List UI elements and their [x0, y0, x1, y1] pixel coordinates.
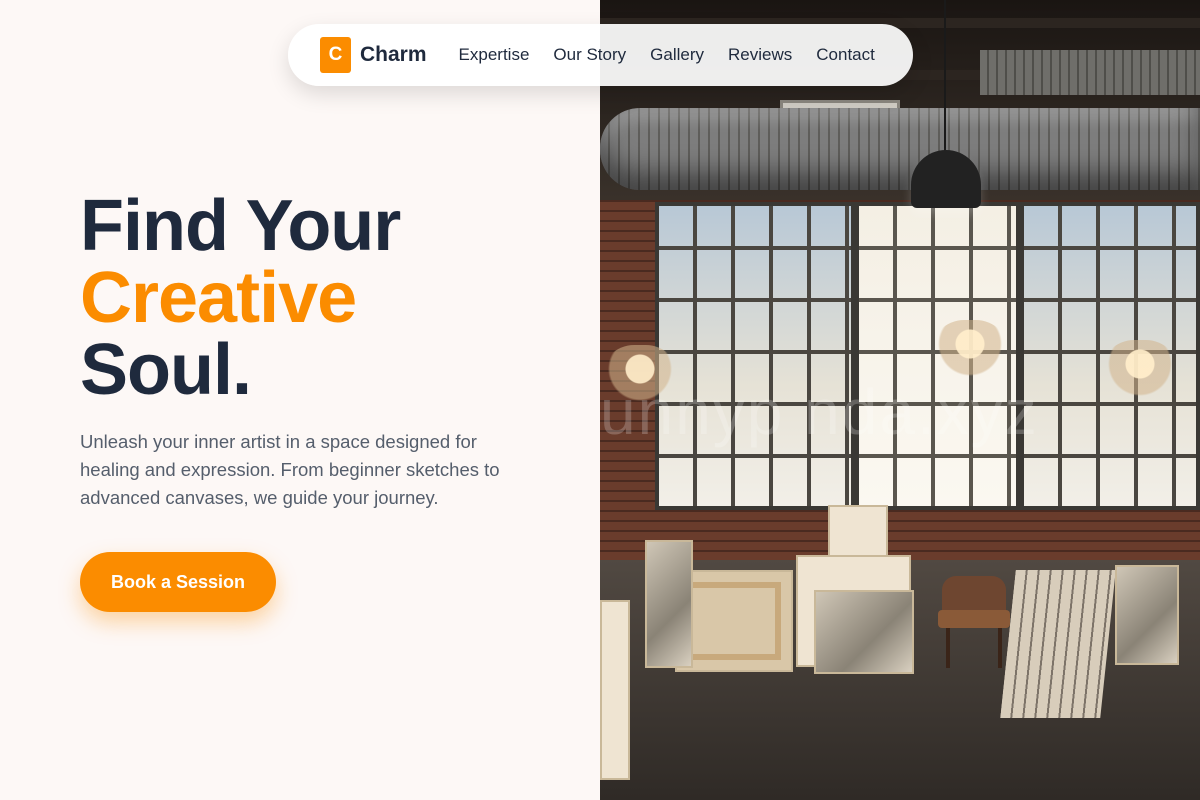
nav-link-reviews[interactable]: Reviews	[728, 45, 792, 65]
logo-mark: C	[320, 37, 351, 73]
brand-logo[interactable]: C Charm	[320, 37, 427, 73]
chandelier	[930, 320, 1010, 380]
canvas-board	[828, 505, 888, 557]
hero-headline: Find Your Creative Soul.	[80, 186, 401, 410]
image-watermark: unnyp nda.xyz	[600, 376, 1039, 448]
air-duct	[980, 50, 1200, 95]
hero-studio-image: unnyp nda.xyz	[600, 0, 1200, 800]
nav-link-expertise[interactable]: Expertise	[459, 45, 530, 65]
nav-link-gallery[interactable]: Gallery	[650, 45, 704, 65]
hero-left-panel: Find Your Creative Soul. Unleash your in…	[0, 0, 600, 800]
lamp-cord	[944, 0, 946, 155]
armchair	[938, 576, 1010, 668]
painted-canvas	[814, 590, 914, 674]
headline-line-2: Creative	[80, 258, 357, 338]
headline-line-1: Find Your	[80, 186, 401, 266]
painted-canvas	[1115, 565, 1179, 665]
painted-canvas	[645, 540, 693, 668]
book-session-button[interactable]: Book a Session	[80, 552, 276, 612]
canvas-stack	[1000, 570, 1116, 718]
studio-window	[655, 202, 855, 510]
hero-description: Unleash your inner artist in a space des…	[80, 431, 500, 508]
headline-line-3: Soul.	[80, 330, 252, 410]
nav-link-contact[interactable]: Contact	[816, 45, 875, 65]
top-navigation: C Charm Expertise Our Story Gallery Revi…	[288, 24, 913, 86]
brand-name: Charm	[360, 43, 427, 66]
air-duct	[600, 108, 1200, 190]
nav-link-our-story[interactable]: Our Story	[553, 45, 626, 65]
canvas-board	[600, 600, 630, 780]
